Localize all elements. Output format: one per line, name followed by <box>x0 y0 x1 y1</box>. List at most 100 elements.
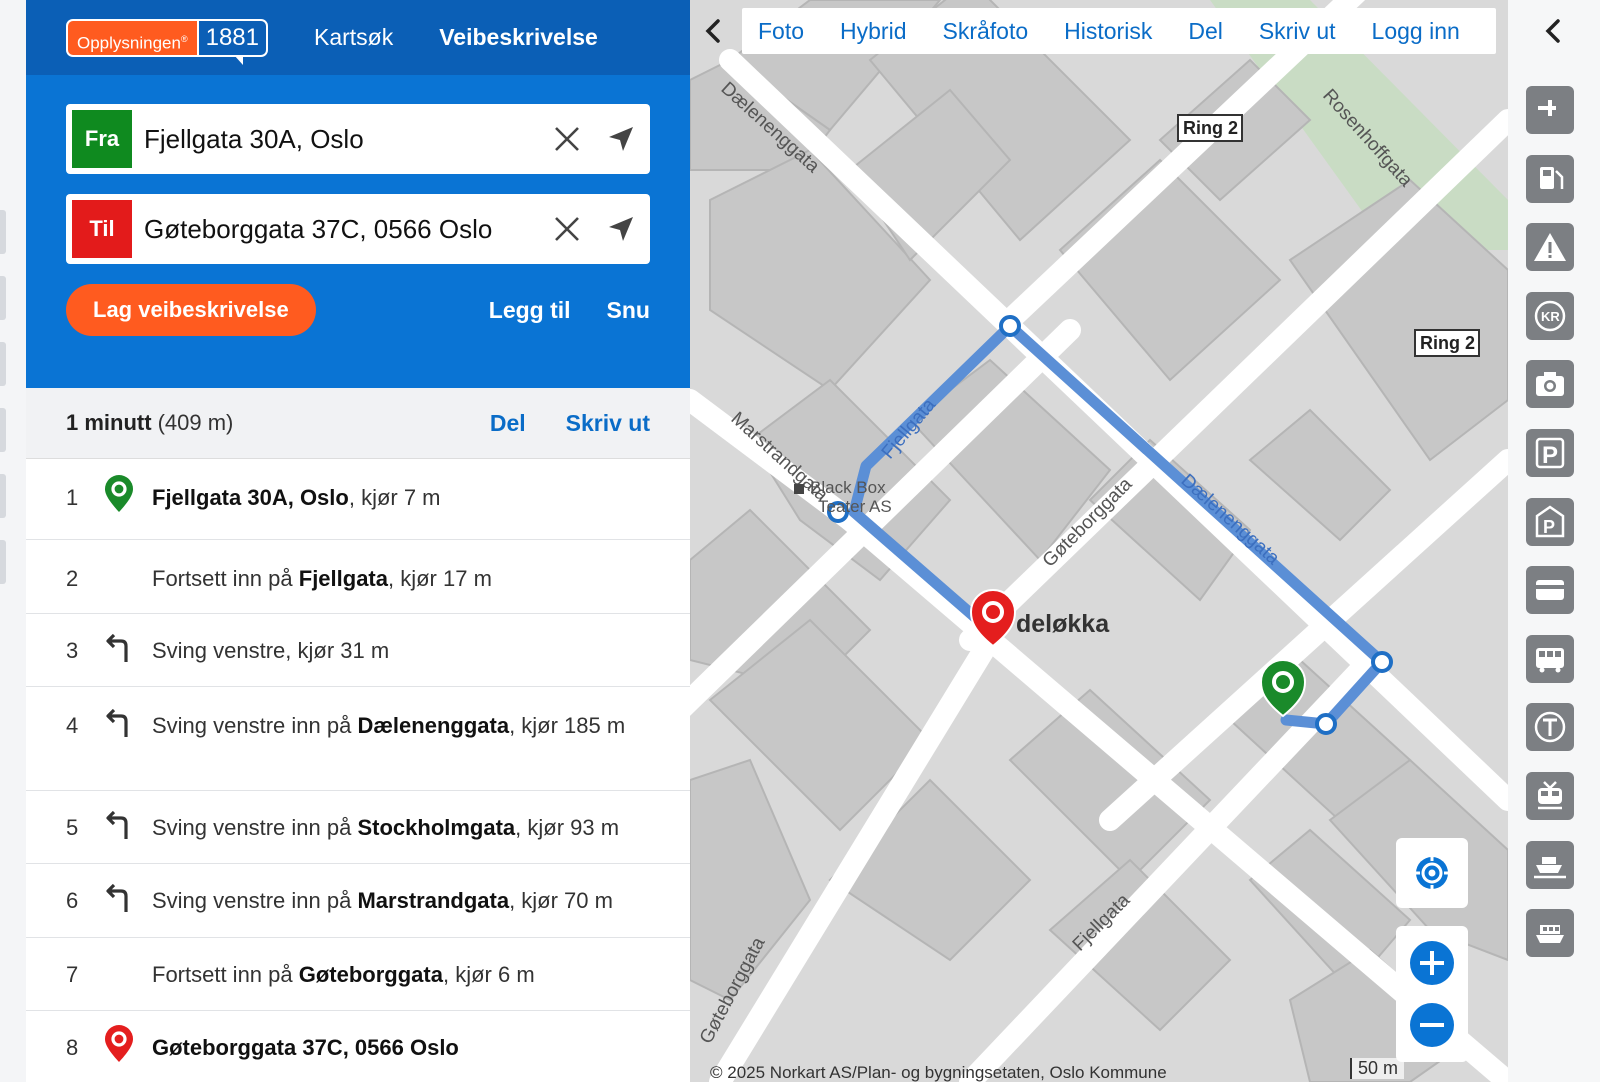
logo-number: 1881 <box>196 18 268 57</box>
direction-step[interactable]: 7 Fortsett inn på Gøteborggata, kjør 6 m <box>26 938 690 1011</box>
turn-left-icon <box>104 709 152 790</box>
clear-from-icon[interactable] <box>542 114 592 164</box>
step-text: Fjellgata 30A, Oslo, kjør 7 m <box>152 485 441 510</box>
logo-text: Opplysningen® <box>66 18 197 57</box>
map-scale: 50 m <box>1350 1058 1405 1079</box>
edge-handle[interactable] <box>0 540 6 584</box>
direction-step[interactable]: 2 Fortsett inn på Fjellgata, kjør 17 m <box>26 540 690 614</box>
step-text: Gøteborggata 37C, 0566 Oslo <box>152 1035 459 1060</box>
to-tag: Til <box>72 200 132 258</box>
print-link[interactable]: Skriv ut <box>566 410 650 437</box>
warning-icon[interactable] <box>1526 223 1574 272</box>
route-distance: (409 m) <box>157 410 234 435</box>
to-field[interactable]: Til Gøteborggata 37C, 0566 Oslo <box>66 194 650 264</box>
fuel-icon[interactable] <box>1526 154 1574 203</box>
map-copyright: © 2025 Norkart AS/Plan- og bygningsetate… <box>710 1063 1167 1082</box>
tab-skrafoto[interactable]: Skråfoto <box>943 18 1029 45</box>
step-number: 1 <box>66 485 79 510</box>
tram-icon[interactable] <box>1526 703 1574 752</box>
edge-handle[interactable] <box>0 342 6 386</box>
bus-icon[interactable] <box>1526 634 1574 683</box>
camera-icon[interactable] <box>1526 360 1574 409</box>
step-text: Sving venstre inn på Stockholmgata, kjør… <box>152 815 620 840</box>
step-icon-empty <box>104 958 152 1010</box>
direction-step[interactable]: 8 Gøteborggata 37C, 0566 Oslo <box>26 1011 690 1082</box>
logo[interactable]: Opplysningen® 1881 <box>66 18 268 65</box>
right-toolbar: KR P P <box>1508 0 1600 1082</box>
svg-text:Teater AS: Teater AS <box>818 497 892 516</box>
locate-from-icon[interactable] <box>596 114 646 164</box>
step-text: Fortsett inn på Fjellgata, kjør 17 m <box>152 566 492 591</box>
tab-hybrid[interactable]: Hybrid <box>840 18 906 45</box>
step-text: Sving venstre, kjør 31 m <box>152 638 390 663</box>
from-input[interactable]: Fjellgata 30A, Oslo <box>132 124 542 155</box>
ferry-icon[interactable] <box>1526 909 1574 958</box>
tab-foto[interactable]: Foto <box>758 18 804 45</box>
edge-handle[interactable] <box>0 408 6 452</box>
step-number: 8 <box>66 1035 79 1060</box>
directions-panel: Opplysningen® 1881 Kartsøk Veibeskrivels… <box>26 0 690 1082</box>
direction-step[interactable]: 6 Sving venstre inn på Marstrandgata, kjø… <box>26 864 690 938</box>
swap-link[interactable]: Snu <box>607 297 650 324</box>
step-number: 7 <box>66 962 79 987</box>
map[interactable]: Dælenenggata Marstrandgata Gøteborggata … <box>690 0 1508 1082</box>
route-form: Fra Fjellgata 30A, Oslo Til Gøteborggata… <box>26 75 690 388</box>
top-bar: Opplysningen® 1881 Kartsøk Veibeskrivels… <box>26 0 690 75</box>
tab-skriv-ut[interactable]: Skriv ut <box>1259 18 1336 45</box>
direction-step[interactable]: 4 Sving venstre inn på Dælenenggata, kjør… <box>26 687 690 791</box>
direction-step[interactable]: 1 Fjellgata 30A, Oslo, kjør 7 m <box>26 459 690 540</box>
ev-charger-icon[interactable] <box>1526 86 1574 134</box>
step-number: 6 <box>66 888 79 913</box>
zoom-out-icon[interactable] <box>1409 1002 1455 1048</box>
step-number: 2 <box>66 566 79 591</box>
tab-del[interactable]: Del <box>1188 18 1223 45</box>
turn-left-icon <box>104 884 152 937</box>
svg-text:Ring 2: Ring 2 <box>1420 333 1475 353</box>
parking-garage-icon[interactable]: P <box>1526 497 1574 546</box>
edge-handle[interactable] <box>0 474 6 518</box>
turn-left-icon <box>104 811 152 863</box>
direction-step[interactable]: 3 Sving venstre, kjør 31 m <box>26 614 690 687</box>
zoom-in-icon[interactable] <box>1409 940 1455 986</box>
route-summary: 1 minutt (409 m) Del Skriv ut <box>26 388 690 459</box>
add-stop-link[interactable]: Legg til <box>489 297 571 324</box>
kr-toll-icon[interactable]: KR <box>1526 291 1574 340</box>
svg-text:Ring 2: Ring 2 <box>1183 118 1238 138</box>
logo-tail <box>234 54 243 65</box>
svg-text:P: P <box>1542 442 1558 469</box>
parking-icon[interactable]: P <box>1526 429 1574 477</box>
tab-logg-inn[interactable]: Logg inn <box>1372 18 1460 45</box>
svg-text:P: P <box>1543 517 1555 537</box>
nav-kartsok[interactable]: Kartsøk <box>314 24 393 51</box>
crosshair-icon <box>1412 853 1452 893</box>
step-text: Sving venstre inn på Marstrandgata, kjør… <box>152 888 613 913</box>
to-input[interactable]: Gøteborggata 37C, 0566 Oslo <box>132 214 542 245</box>
form-actions: Lag veibeskrivelse Legg til Snu <box>66 284 650 336</box>
edge-handle[interactable] <box>0 276 6 320</box>
share-link[interactable]: Del <box>490 410 526 437</box>
tab-historisk[interactable]: Historisk <box>1064 18 1152 45</box>
create-route-button[interactable]: Lag veibeskrivelse <box>66 284 316 336</box>
locate-me-button[interactable] <box>1396 838 1468 908</box>
route-time: 1 minutt <box>66 410 152 435</box>
map-canvas[interactable]: Dælenenggata Marstrandgata Gøteborggata … <box>690 0 1508 1082</box>
boat-icon[interactable] <box>1526 840 1574 889</box>
step-text: Sving venstre inn på Dælenenggata, kjør … <box>152 713 626 738</box>
edge-handle[interactable] <box>0 210 6 254</box>
locate-to-icon[interactable] <box>596 204 646 254</box>
toolbar-collapse-button[interactable] <box>1530 8 1576 54</box>
train-icon[interactable] <box>1526 772 1574 820</box>
nav-veibeskrivelse[interactable]: Veibeskrivelse <box>439 24 598 51</box>
start-pin-icon <box>104 475 152 539</box>
svg-text:KR: KR <box>1541 309 1560 324</box>
direction-step[interactable]: 5 Sving venstre inn på Stockholmgata, kjø… <box>26 791 690 864</box>
clear-to-icon[interactable] <box>542 204 592 254</box>
step-list: 1 Fjellgata 30A, Oslo, kjør 7 m 2 Fortsett … <box>26 459 690 1082</box>
card-icon[interactable] <box>1526 566 1574 615</box>
svg-text:Black Box: Black Box <box>810 478 886 497</box>
from-field[interactable]: Fra Fjellgata 30A, Oslo <box>66 104 650 174</box>
step-text: Fortsett inn på Gøteborggata, kjør 6 m <box>152 962 535 987</box>
turn-left-icon <box>104 634 152 686</box>
step-icon-empty <box>104 562 152 613</box>
map-collapse-button[interactable] <box>690 6 736 56</box>
